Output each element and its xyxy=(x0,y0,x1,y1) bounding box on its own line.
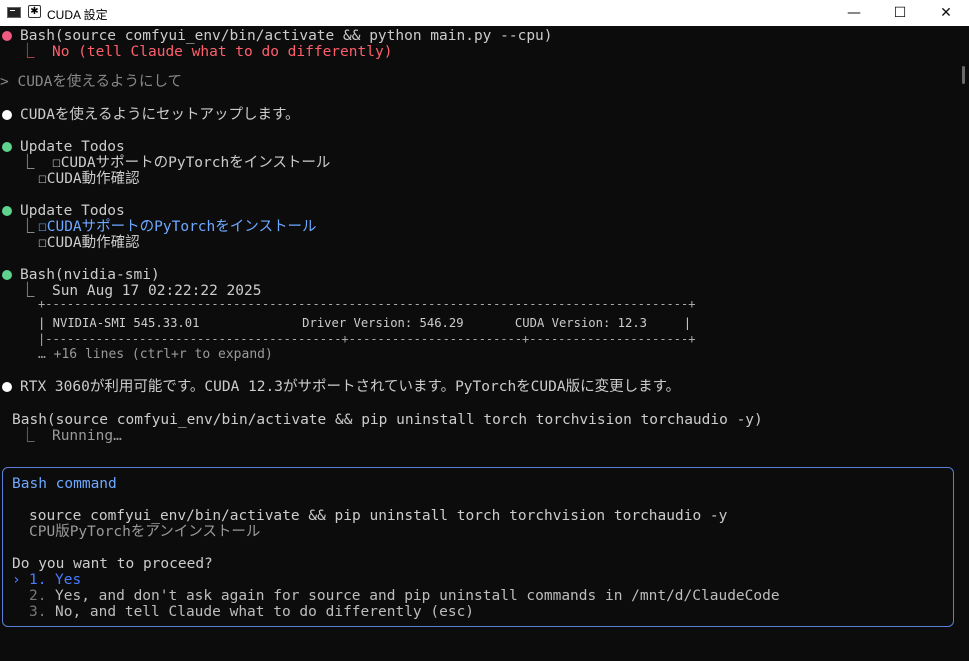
expand-hint[interactable]: … +16 lines (ctrl+r to expand) xyxy=(38,347,273,363)
title-bar: ✱ CUDA 設定 — ☐ ✕ xyxy=(0,0,969,26)
prompt-box-header: Bash command xyxy=(12,476,117,492)
option-yes[interactable]: › 1. Yes xyxy=(12,572,942,588)
error-status-dot-icon xyxy=(2,31,12,41)
minimize-button[interactable]: — xyxy=(831,0,877,26)
bash-result-line: ⎿ No (tell Claude what to do differently… xyxy=(20,44,393,60)
window-title: CUDA 設定 xyxy=(47,8,108,22)
bash-command-line: Bash(nvidia-smi) xyxy=(20,267,160,283)
user-prompt-line: > CUDAを使えるようにして xyxy=(0,74,183,90)
smi-border: +---------------------------------------… xyxy=(38,297,696,311)
smi-border: |---------------------------------------… xyxy=(38,332,696,346)
option-no[interactable]: 3. No, and tell Claude what to do differ… xyxy=(12,604,942,620)
close-button[interactable]: ✕ xyxy=(923,0,969,26)
option-label: Yes, and don't ask again for source and … xyxy=(55,588,780,604)
prompt-box-description: CPU版PyTorchをアンインストール xyxy=(29,524,261,540)
scrollbar-thumb[interactable] xyxy=(962,66,965,84)
selection-cursor-icon: › xyxy=(12,572,21,588)
todo-item: ☐CUDA動作確認 xyxy=(38,171,140,187)
success-dot-icon xyxy=(2,270,12,280)
todo-title: Update Todos xyxy=(20,139,125,155)
option-number: 3. xyxy=(29,604,47,620)
maximize-button[interactable]: ☐ xyxy=(877,0,923,26)
info-dot-icon xyxy=(2,382,12,392)
todo-title: Update Todos xyxy=(20,203,125,219)
settings-gear-icon: ✱ xyxy=(28,5,41,18)
todo-item-active: ☐CUDAサポートのPyTorchをインストール xyxy=(38,219,317,235)
terminal-app-icon xyxy=(7,7,21,18)
todo-item: ⎿ ☐CUDAサポートのPyTorchをインストール xyxy=(20,155,331,171)
prompt-box-command: source comfyui_env/bin/activate && pip u… xyxy=(29,508,728,524)
assistant-message: RTX 3060が利用可能です。CUDA 12.3がサポートされています。PyT… xyxy=(20,379,681,395)
option-number: 2. xyxy=(29,588,47,604)
todo-item: ☐CUDA動作確認 xyxy=(38,235,140,251)
success-dot-icon xyxy=(2,206,12,216)
smi-row: | NVIDIA-SMI 545.33.01 Driver Version: 5… xyxy=(38,316,692,330)
option-label: Yes xyxy=(55,572,82,588)
option-yes-dont-ask[interactable]: 2. Yes, and don't ask again for source a… xyxy=(12,588,942,604)
vertical-scrollbar[interactable] xyxy=(958,26,969,661)
bash-command-line: Bash(source comfyui_env/bin/activate && … xyxy=(20,28,553,44)
info-dot-icon xyxy=(2,110,12,120)
option-number: 1. xyxy=(29,572,47,588)
bash-command-line: Bash(source comfyui_env/bin/activate && … xyxy=(12,412,763,428)
option-label: No, and tell Claude what to do different… xyxy=(55,604,475,620)
permission-prompt-box: Bash command source comfyui_env/bin/acti… xyxy=(2,467,954,627)
terminal-output[interactable]: Bash(source comfyui_env/bin/activate && … xyxy=(0,26,958,661)
success-dot-icon xyxy=(2,142,12,152)
running-status: ⎿ Running… xyxy=(20,428,122,444)
prompt-box-question: Do you want to proceed? xyxy=(12,556,213,572)
assistant-message: CUDAを使えるようにセットアップします。 xyxy=(20,107,300,123)
